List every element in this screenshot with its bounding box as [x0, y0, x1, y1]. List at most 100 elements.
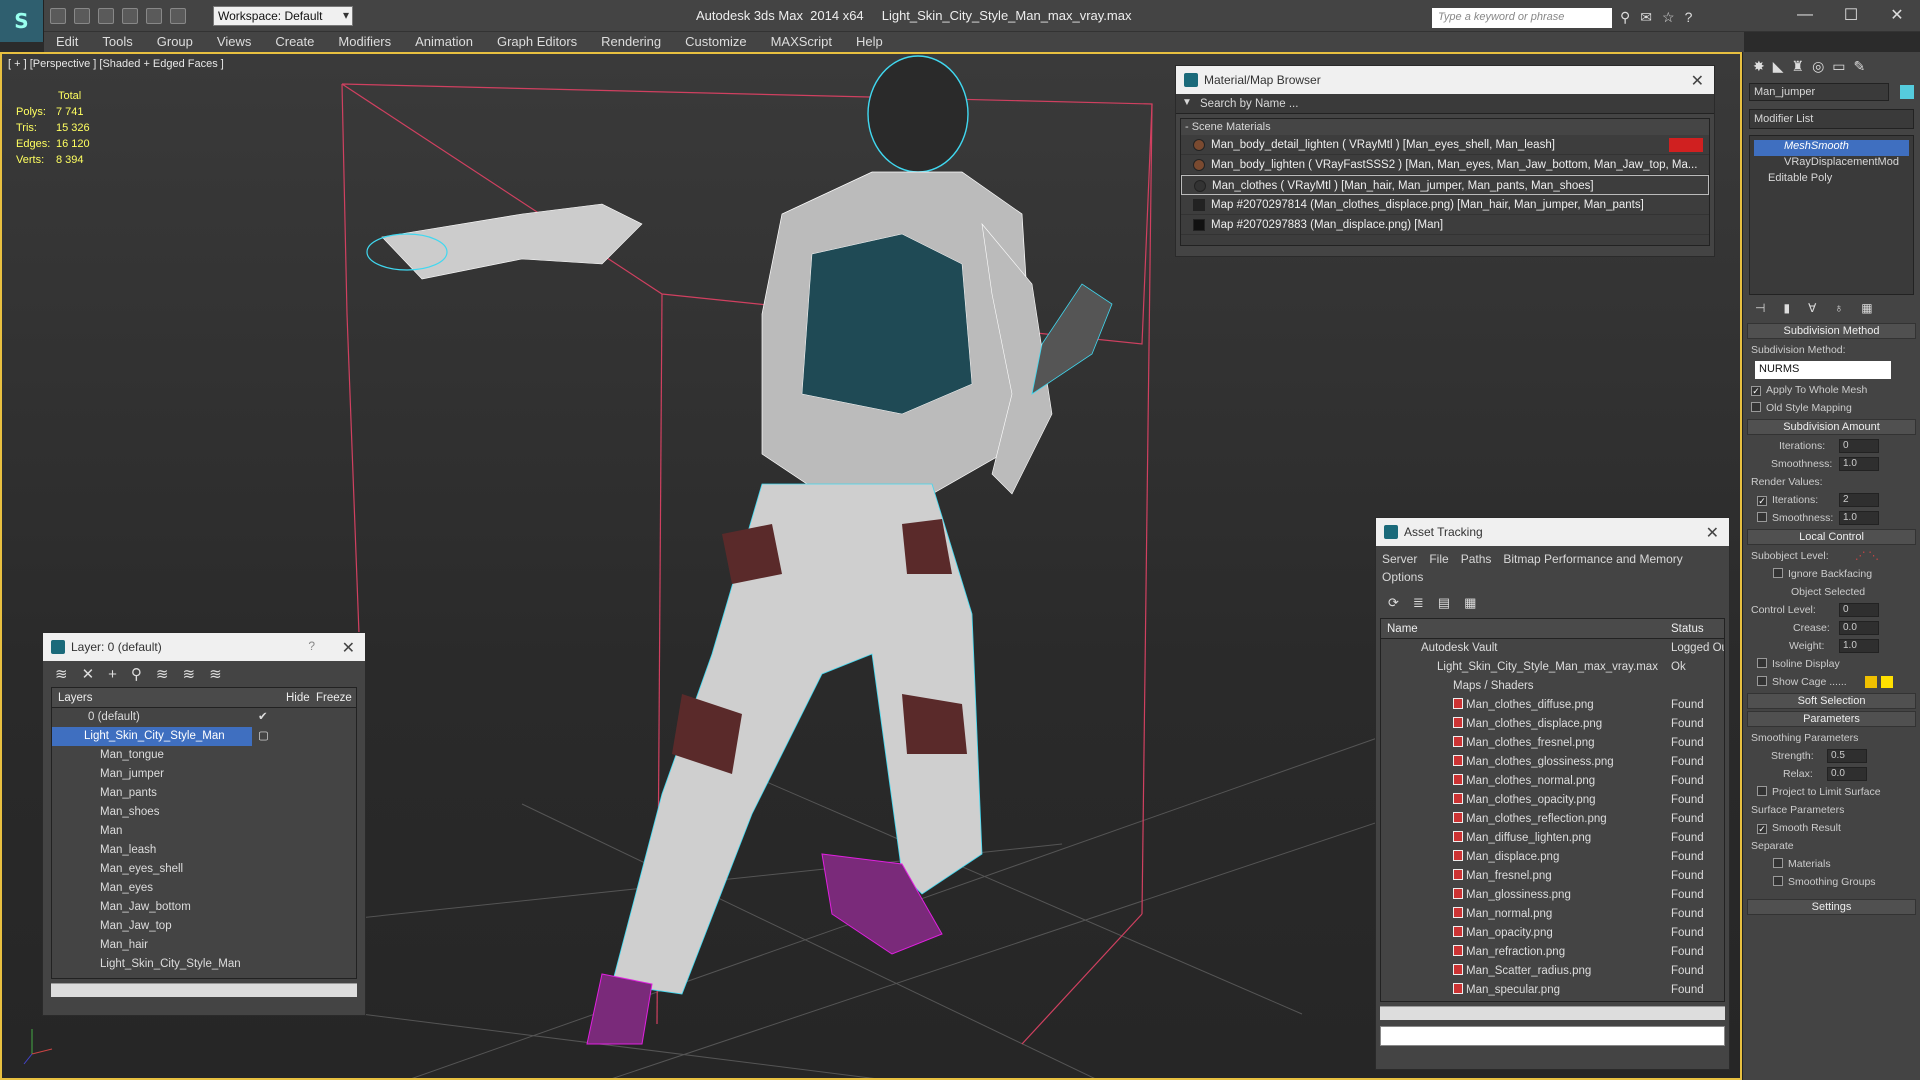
motion-tab-icon[interactable]: ◎	[1812, 58, 1824, 75]
asset-row[interactable]: Man_clothes_fresnel.png Found	[1381, 734, 1724, 753]
separate-smoothing-groups-checkbox[interactable]: Smoothing Groups	[1743, 873, 1920, 891]
hierarchy-tab-icon[interactable]: ♜	[1792, 58, 1805, 75]
undo-icon[interactable]	[122, 8, 138, 24]
iterations-spinner[interactable]: 0	[1839, 439, 1879, 453]
checkbox-checked-icon[interactable]: ✓	[1757, 496, 1767, 506]
show-cage-row[interactable]: Show Cage ......	[1743, 673, 1920, 691]
old-style-mapping-checkbox[interactable]: Old Style Mapping	[1743, 399, 1920, 417]
layer-help-icon[interactable]: ?	[308, 639, 315, 653]
list-view-icon[interactable]: ≣	[1413, 595, 1424, 611]
remove-modifier-icon[interactable]: ♁	[1834, 301, 1843, 315]
freeze-all-icon[interactable]: ≋	[209, 665, 222, 683]
asset-row[interactable]: Light_Skin_City_Style_Man_max_vray.max Ok	[1381, 658, 1724, 677]
maximize-icon[interactable]: ☐	[1828, 0, 1874, 30]
layer-object-row[interactable]: Light_Skin_City_Style_Man	[52, 955, 356, 974]
project-icon[interactable]	[170, 8, 186, 24]
menu-tools[interactable]: Tools	[90, 32, 144, 52]
rollout-soft-selection[interactable]: Soft Selection	[1747, 693, 1916, 709]
asset-row[interactable]: Man_clothes_opacity.png Found	[1381, 791, 1724, 810]
asset-row[interactable]: Man_normal.png Found	[1381, 905, 1724, 924]
pin-stack-icon[interactable]: ⊣	[1755, 301, 1765, 315]
checkbox-icon[interactable]	[1773, 858, 1783, 868]
layer-object-row[interactable]: Man_eyes	[52, 879, 356, 898]
asset-menu-file[interactable]: File	[1429, 552, 1448, 566]
cage-color-swatch[interactable]	[1865, 676, 1877, 688]
material-item[interactable]: Man_clothes ( VRayMtl ) [Man_hair, Man_j…	[1181, 175, 1709, 195]
asset-row[interactable]: Man_clothes_displace.png Found	[1381, 715, 1724, 734]
object-name-field[interactable]: Man_jumper	[1749, 83, 1889, 101]
material-item[interactable]: Man_body_lighten ( VRayFastSSS2 ) [Man, …	[1181, 155, 1709, 175]
asset-row[interactable]: Man_specular.png Found	[1381, 981, 1724, 1000]
hide-all-icon[interactable]: ≋	[183, 665, 196, 683]
layer-object-row[interactable]: Man_pants	[52, 784, 356, 803]
menu-help[interactable]: Help	[844, 32, 895, 52]
material-item[interactable]: Map #2070297883 (Man_displace.png) [Man]	[1181, 215, 1709, 235]
layer-toggle-icon[interactable]: ▢	[258, 727, 269, 746]
layer-object-row[interactable]: Man_tongue	[52, 746, 356, 765]
rollout-settings[interactable]: Settings	[1747, 899, 1916, 915]
checkbox-icon[interactable]	[1751, 402, 1761, 412]
scene-materials-group[interactable]: - Scene Materials	[1181, 119, 1709, 135]
menu-graph-editors[interactable]: Graph Editors	[485, 32, 589, 52]
asset-menu-server[interactable]: Server	[1382, 552, 1417, 566]
weight-spinner[interactable]: 1.0	[1839, 639, 1879, 653]
make-unique-icon[interactable]: ∀	[1808, 301, 1816, 315]
active-layer-check-icon[interactable]: ✔	[258, 708, 268, 727]
menu-customize[interactable]: Customize	[673, 32, 758, 52]
vertex-edge-icon[interactable]: ⋰ ⋱	[1855, 547, 1879, 565]
checkbox-icon[interactable]	[1757, 786, 1767, 796]
asset-row[interactable]: Man_displace.png Found	[1381, 848, 1724, 867]
table-view-icon[interactable]: ▦	[1464, 595, 1476, 611]
rollout-subdivision-method[interactable]: Subdivision Method	[1747, 323, 1916, 339]
apply-whole-mesh-checkbox[interactable]: ✓ Apply To Whole Mesh	[1743, 381, 1920, 399]
close-icon[interactable]: ✕	[342, 638, 355, 658]
menu-maxscript[interactable]: MAXScript	[759, 32, 844, 52]
asset-tracking-header[interactable]: Asset Tracking ✕	[1376, 518, 1729, 546]
help-icon[interactable]: ?	[1685, 9, 1693, 26]
material-item[interactable]: Map #2070297814 (Man_clothes_displace.pn…	[1181, 195, 1709, 215]
rollout-local-control[interactable]: Local Control	[1747, 529, 1916, 545]
favorites-icon[interactable]: ☆	[1662, 9, 1675, 26]
search-options-icon[interactable]: ▼	[1182, 97, 1192, 108]
asset-row[interactable]: Man_clothes_diffuse.png Found	[1381, 696, 1724, 715]
show-end-result-icon[interactable]: ▮	[1783, 301, 1790, 315]
layer-object-row[interactable]: Man_leash	[52, 841, 356, 860]
layers-column-header[interactable]: Layers	[52, 692, 93, 704]
asset-menu-paths[interactable]: Paths	[1461, 552, 1492, 566]
asset-row[interactable]: Man_fresnel.png Found	[1381, 867, 1724, 886]
rollout-parameters[interactable]: Parameters	[1747, 711, 1916, 727]
render-iterations-spinner[interactable]: 2	[1839, 493, 1879, 507]
layer-horizontal-scrollbar[interactable]	[51, 983, 357, 997]
asset-row[interactable]: Man_opacity.png Found	[1381, 924, 1724, 943]
object-color-swatch[interactable]	[1900, 85, 1914, 99]
modifier-list-dropdown[interactable]: Modifier List	[1749, 109, 1914, 129]
close-icon[interactable]: ✕	[1691, 71, 1704, 91]
smooth-result-checkbox[interactable]: ✓ Smooth Result	[1743, 819, 1920, 837]
asset-row[interactable]: Man_clothes_reflection.png Found	[1381, 810, 1724, 829]
new-icon[interactable]	[50, 8, 66, 24]
rollout-subdivision-amount[interactable]: Subdivision Amount	[1747, 419, 1916, 435]
asset-menu-bitmap[interactable]: Bitmap Performance and Memory	[1503, 552, 1682, 566]
asset-menu-options[interactable]: Options	[1382, 570, 1423, 584]
checkbox-icon[interactable]	[1757, 658, 1767, 668]
isoline-display-checkbox[interactable]: Isoline Display	[1743, 655, 1920, 673]
save-icon[interactable]	[98, 8, 114, 24]
name-column-header[interactable]: Name	[1381, 623, 1418, 635]
layer-object-row[interactable]: Man_eyes_shell	[52, 860, 356, 879]
asset-path-field[interactable]	[1380, 1026, 1725, 1046]
cage-selected-color-swatch[interactable]	[1881, 676, 1893, 688]
keyword-search-input[interactable]: Type a keyword or phrase	[1432, 8, 1612, 28]
highlight-layer-icon[interactable]: ≋	[156, 665, 169, 683]
create-tab-icon[interactable]: ✸	[1753, 58, 1765, 75]
material-item[interactable]: Man_body_detail_lighten ( VRayMtl ) [Man…	[1181, 135, 1709, 155]
delete-layer-icon[interactable]: ✕	[82, 665, 95, 683]
stack-item-meshsmooth[interactable]: MeshSmooth	[1754, 140, 1909, 156]
menu-rendering[interactable]: Rendering	[589, 32, 673, 52]
control-level-spinner[interactable]: 0	[1839, 603, 1879, 617]
checkbox-icon[interactable]	[1773, 568, 1783, 578]
display-tab-icon[interactable]: ▭	[1832, 58, 1845, 75]
checkbox-icon[interactable]	[1757, 676, 1767, 686]
subdivision-method-dropdown[interactable]: NURMS	[1755, 361, 1891, 379]
modify-tab-icon[interactable]: ◣	[1773, 58, 1784, 75]
checkbox-icon[interactable]	[1757, 512, 1767, 522]
